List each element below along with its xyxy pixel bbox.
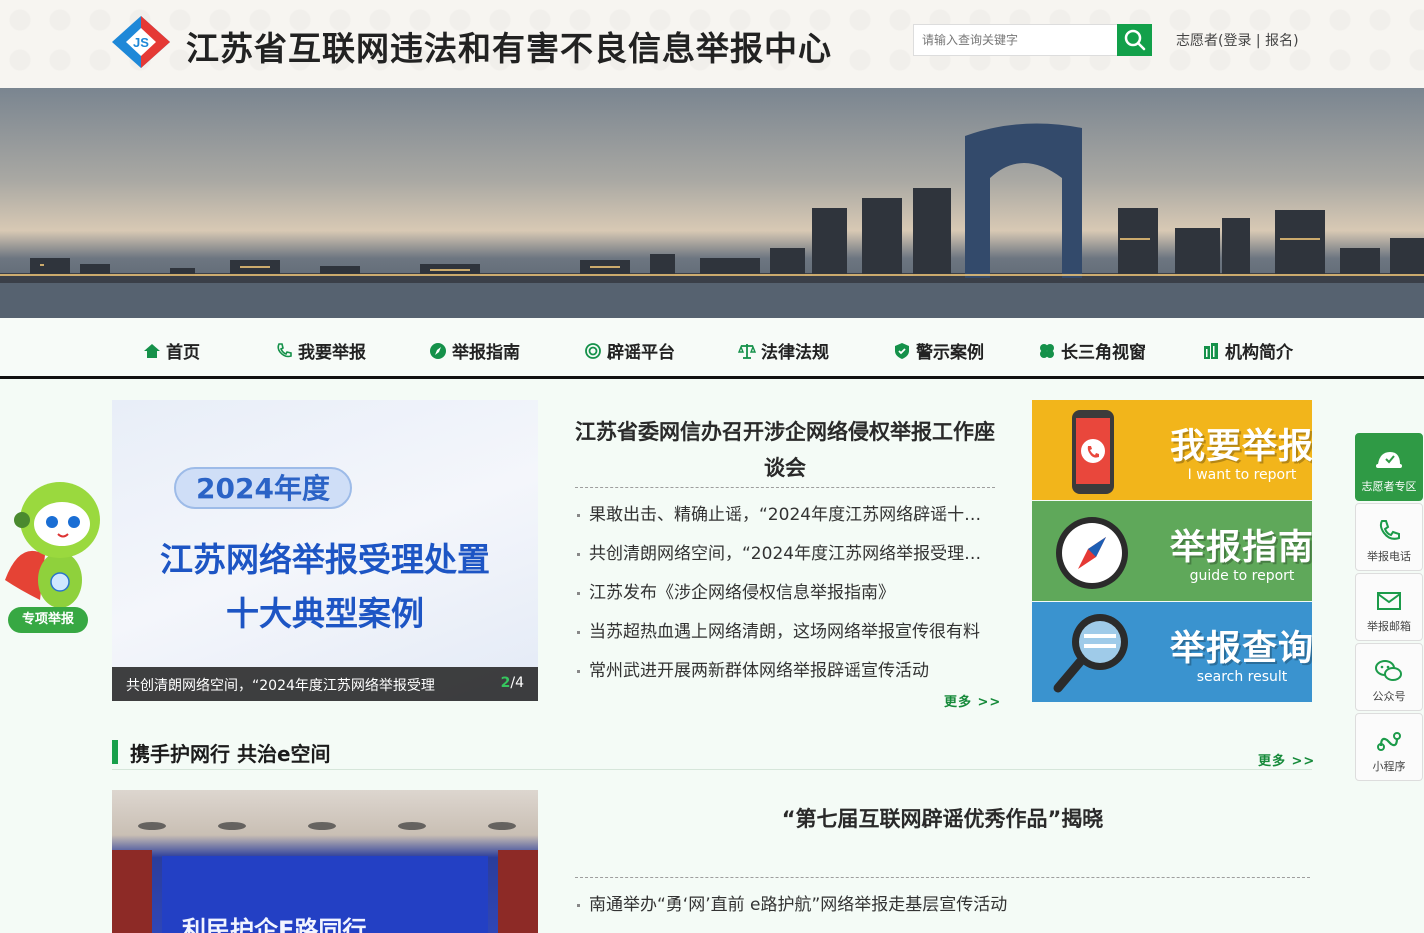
nav-item-cases[interactable]: 警示案例 — [892, 338, 984, 363]
float-phone[interactable]: 举报电话 — [1355, 503, 1423, 571]
mail-icon — [1377, 592, 1401, 610]
tile-report[interactable]: 我要举报 I want to report — [1032, 400, 1312, 500]
slide-year-badge: 2024年度 — [174, 467, 352, 509]
signup-link[interactable]: 报名) — [1265, 33, 1298, 49]
slide-pager-total: /4 — [510, 675, 524, 691]
wechat-icon — [1375, 660, 1402, 681]
site-logo[interactable]: JS — [110, 14, 172, 70]
nav-item-rumor[interactable]: 辟谣平台 — [583, 338, 675, 363]
scale-icon — [737, 341, 757, 361]
skyline-banner — [0, 88, 1424, 318]
float-label: 公众号 — [1372, 690, 1406, 703]
tile-query[interactable]: 举报查询 search result — [1032, 602, 1312, 702]
nav-label: 举报指南 — [452, 343, 520, 363]
site-header: JS 江苏省互联网违法和有害不良信息举报中心 志愿者(登录 | 报名) — [0, 0, 1424, 88]
nav-item-law[interactable]: 法律法规 — [737, 338, 829, 363]
float-wechat[interactable]: 公众号 — [1355, 643, 1423, 711]
slide-caption-text: 共创清朗网络空间，“2024年度江苏网络举报受理 — [126, 678, 435, 694]
site-title: 江苏省互联网违法和有害不良信息举报中心 — [186, 29, 832, 68]
compass-icon — [428, 341, 448, 361]
section-headline-divider — [575, 877, 1310, 878]
section-photo[interactable]: 利民护企E路同行 — [112, 790, 538, 933]
link-separator: | — [1255, 33, 1261, 49]
skyline-illustration — [0, 123, 1424, 318]
news-item[interactable]: 南通举办“勇‘网’直前 e路护航”网络举报走基层宣传活动 — [575, 890, 1310, 922]
nav-label: 辟谣平台 — [607, 343, 675, 363]
news-item[interactable]: 江苏发布《涉企网络侵权信息举报指南》 — [575, 578, 995, 617]
nav-item-about[interactable]: 机构简介 — [1201, 338, 1293, 363]
news-item[interactable]: 常州武进开展两新群体网络举报辟谣宣传活动 — [575, 656, 995, 695]
building-icon — [1201, 341, 1221, 361]
slide-title-line2: 十大典型案例 — [226, 594, 424, 633]
volunteer-prefix: 志愿者( — [1176, 33, 1224, 49]
tile-subtitle: I want to report — [1187, 467, 1297, 483]
section-photo-text: 利民护企E路同行 — [182, 916, 367, 933]
float-label: 志愿者专区 — [1361, 480, 1417, 493]
volunteer-links: 志愿者(登录 | 报名) — [1176, 30, 1299, 50]
news-item[interactable]: 共创清朗网络空间，“2024年度江苏网络举报受理处置十大典型案例”发布 — [575, 539, 995, 578]
float-label: 举报电话 — [1367, 550, 1411, 563]
tile-guide[interactable]: 举报指南 guide to report — [1032, 501, 1312, 601]
section-title: 携手护网行 共治e空间 — [130, 742, 331, 766]
tile-title: 举报指南 — [1169, 528, 1312, 568]
shield-icon — [892, 341, 912, 361]
float-mini-program[interactable]: 小程序 — [1355, 713, 1423, 781]
nav-item-report[interactable]: 我要举报 — [274, 338, 366, 363]
tile-subtitle: search result — [1196, 669, 1288, 685]
headline-divider — [575, 487, 995, 488]
section-news-list: 南通举办“勇‘网’直前 e路护航”网络举报走基层宣传活动 — [575, 890, 1310, 922]
nav-label: 法律法规 — [761, 343, 829, 363]
phone-icon — [1379, 520, 1400, 540]
tile-title: 我要举报 — [1169, 427, 1312, 467]
magnifier-icon — [1053, 614, 1128, 693]
home-icon — [142, 341, 162, 361]
news-more-link[interactable]: 更多 >> — [944, 691, 1001, 710]
phone-report-icon — [1072, 410, 1114, 494]
float-mail[interactable]: 举报邮箱 — [1355, 573, 1423, 641]
nav-label: 长三角视窗 — [1061, 343, 1146, 363]
news-item[interactable]: 果敢出击、精确止谣，“2024年度江苏网络辟谣十大典型案例”发布 — [575, 500, 995, 539]
section-headline[interactable]: “第七届互联网辟谣优秀作品”揭晓 — [575, 803, 1310, 833]
nav-label: 我要举报 — [298, 343, 366, 363]
news-item[interactable]: 当苏超热血遇上网络清朗，这场网络举报宣传很有料 — [575, 617, 995, 656]
main-nav: 首页 我要举报 举报指南 辟谣平台 法律法规 警示案例 长三角视窗 机构简介 — [0, 318, 1424, 379]
search-input[interactable] — [913, 24, 1118, 56]
nav-label: 警示案例 — [916, 343, 984, 363]
search-button[interactable] — [1117, 24, 1152, 56]
slide-pager: 2/4 — [501, 675, 524, 691]
float-label: 小程序 — [1372, 760, 1406, 773]
phone-icon — [274, 341, 294, 361]
nav-label: 机构简介 — [1225, 343, 1293, 363]
news-list: 果敢出击、精确止谣，“2024年度江苏网络辟谣十大典型案例”发布 共创清朗网络空… — [575, 500, 995, 695]
mini-program-icon — [1377, 732, 1401, 751]
section-divider — [112, 769, 1312, 770]
tile-title: 举报查询 — [1169, 629, 1312, 669]
special-report-button[interactable]: 专项举报 — [8, 607, 88, 633]
login-link[interactable]: 登录 — [1223, 33, 1251, 49]
slide-pager-current: 2 — [500, 675, 511, 691]
news-headline[interactable]: 江苏省委网信办召开涉企网络侵权举报工作座谈会 — [575, 414, 995, 486]
nav-label: 首页 — [166, 343, 200, 363]
featured-slideshow[interactable]: 2024年度 江苏网络举报受理处置 十大典型案例 共创清朗网络空间，“2024年… — [112, 400, 538, 701]
nav-item-guide[interactable]: 举报指南 — [428, 338, 520, 363]
nav-item-yangtze[interactable]: 长三角视窗 — [1037, 338, 1146, 363]
float-label: 举报邮箱 — [1367, 620, 1411, 633]
clover-icon — [1037, 341, 1057, 361]
slide-title-line1: 江苏网络举报受理处置 — [160, 540, 490, 579]
tile-subtitle: guide to report — [1189, 568, 1295, 584]
float-volunteer[interactable]: 志愿者专区 — [1355, 433, 1423, 501]
logo-text: JS — [133, 35, 149, 50]
section-accent — [112, 740, 118, 764]
search-icon — [1124, 29, 1145, 51]
slide-caption[interactable]: 共创清朗网络空间，“2024年度江苏网络举报受理 2/4 — [112, 667, 538, 701]
compass-guide-icon — [1056, 517, 1128, 589]
nav-item-home[interactable]: 首页 — [142, 338, 200, 363]
section-more-link[interactable]: 更多 >> — [1258, 750, 1315, 769]
rumor-icon — [583, 341, 603, 361]
volunteer-cap-icon — [1376, 452, 1402, 468]
